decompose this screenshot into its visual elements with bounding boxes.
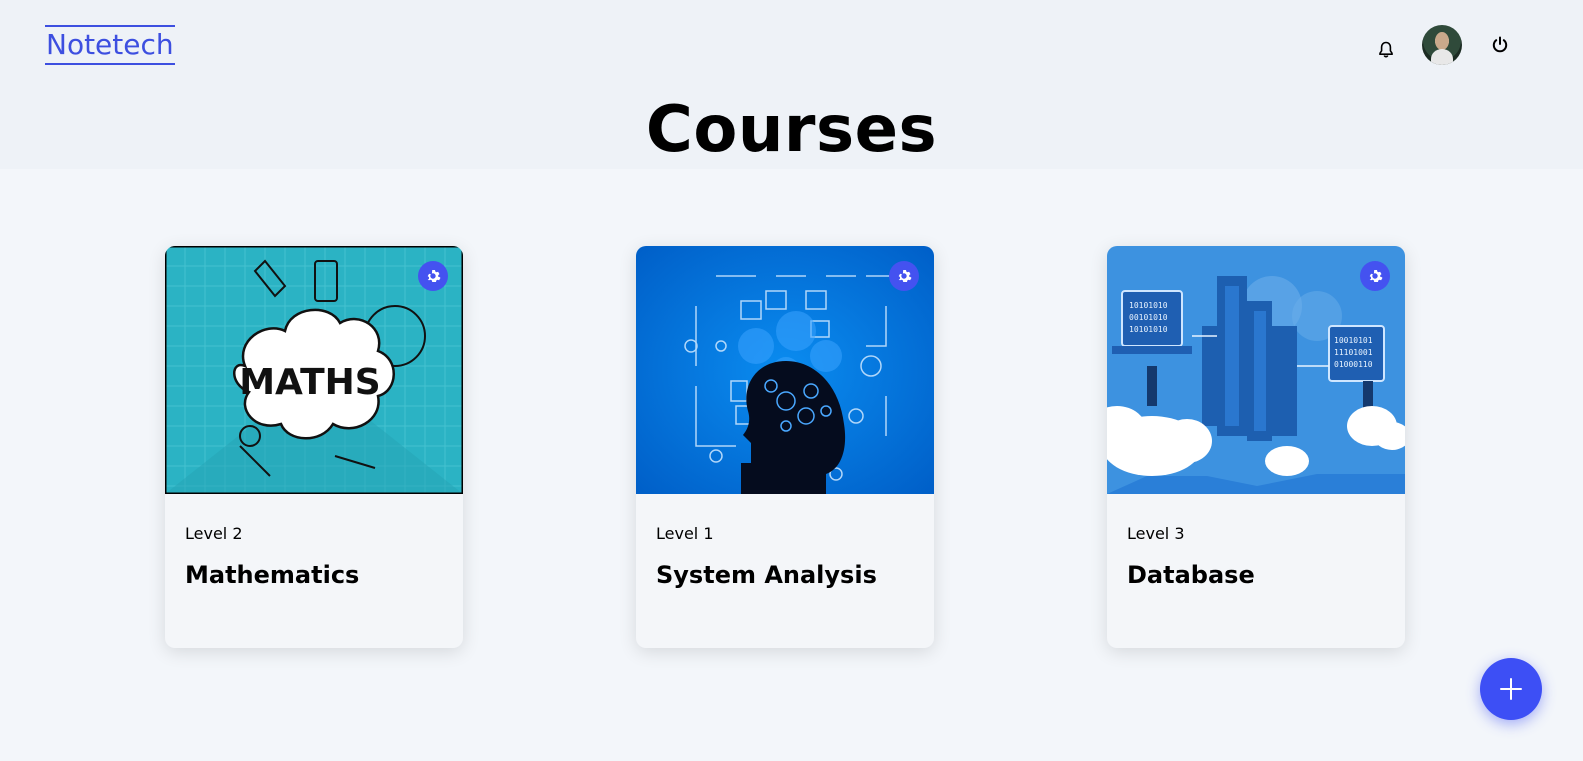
course-image-maths: MATHS (165, 246, 463, 494)
gear-icon (898, 270, 912, 282)
power-icon[interactable] (1480, 25, 1520, 65)
svg-text:MATHS: MATHS (239, 362, 381, 403)
course-image-database: 10101010 00101010 10101010 10010101 1110100… (1107, 246, 1405, 494)
course-image-system-analysis (636, 246, 934, 494)
course-name: System Analysis (656, 561, 877, 589)
avatar[interactable] (1422, 25, 1462, 65)
svg-text:10010101: 10010101 (1334, 336, 1373, 345)
svg-text:11101001: 11101001 (1334, 348, 1373, 357)
svg-text:00101010: 00101010 (1129, 313, 1168, 322)
page-title: Courses (645, 93, 938, 167)
course-level: Level 1 (656, 524, 714, 543)
course-level: Level 2 (185, 524, 243, 543)
course-card-system-analysis[interactable]: Level 1 System Analysis (636, 246, 934, 648)
gear-icon (427, 270, 441, 282)
course-settings-button[interactable] (418, 261, 448, 291)
course-settings-button[interactable] (1360, 261, 1390, 291)
top-header: Notetech Courses (0, 0, 1583, 169)
course-card-mathematics[interactable]: MATHS Level 2 Mathematics (165, 246, 463, 648)
gear-icon (1369, 270, 1383, 282)
add-course-button[interactable] (1480, 658, 1542, 720)
bell-icon[interactable] (1366, 30, 1406, 70)
course-level: Level 3 (1127, 524, 1185, 543)
svg-text:10101010: 10101010 (1129, 301, 1168, 310)
svg-text:10101010: 10101010 (1129, 325, 1168, 334)
course-card-database[interactable]: 10101010 00101010 10101010 10010101 1110100… (1107, 246, 1405, 648)
logo-link[interactable]: Notetech (45, 25, 175, 65)
course-settings-button[interactable] (889, 261, 919, 291)
svg-text:01000110: 01000110 (1334, 360, 1373, 369)
course-name: Database (1127, 561, 1255, 589)
plus-icon (1500, 678, 1522, 700)
course-name: Mathematics (185, 561, 360, 589)
